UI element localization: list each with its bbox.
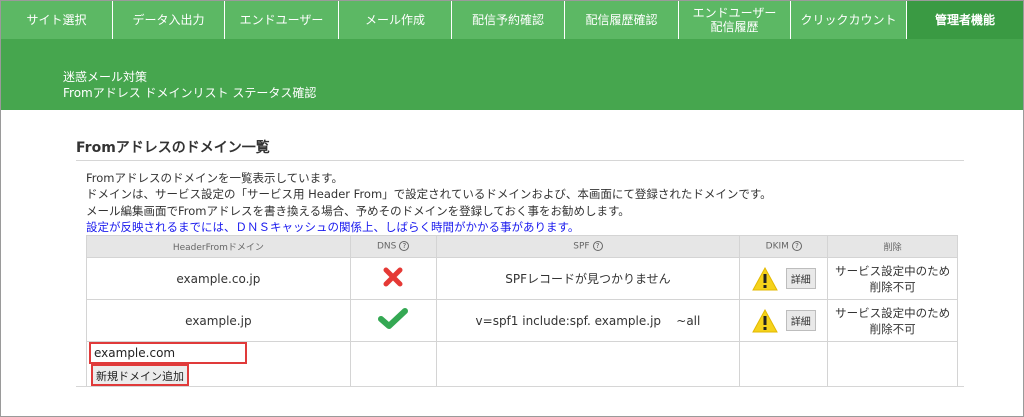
detail-button[interactable]: 詳細: [785, 310, 816, 331]
description-line-3: メール編集画面でFromアドレスを書き換える場合、予めそのドメインを登録しておく…: [86, 204, 630, 218]
help-icon[interactable]: ?: [399, 241, 410, 252]
delete-note-line-2: 削除不可: [869, 279, 916, 294]
add-domain-button[interactable]: 新規ドメイン追加: [91, 364, 189, 386]
dns-cache-note: 設定が反映されるまでには、ＤＮＳキャッシュの関係上、しばらく時間がかかる事があり…: [86, 220, 580, 234]
new-domain-input[interactable]: [89, 342, 247, 364]
section-title: Fromアドレスのドメイン一覧: [76, 140, 270, 156]
help-icon[interactable]: ?: [592, 241, 603, 252]
nav-enduser-history[interactable]: エンドユーザー 配信履歴: [679, 1, 791, 39]
delete-note-line-2: 削除不可: [869, 321, 916, 336]
detail-button[interactable]: 詳細: [785, 268, 816, 289]
nav-data-io[interactable]: データ入出力: [113, 1, 225, 39]
dns-status-cell: [349, 299, 437, 342]
nav-history-check[interactable]: 配信履歴確認: [565, 1, 679, 39]
empty-cell: [739, 341, 829, 387]
description-line-1: Fromアドレスのドメインを一覧表示しています。: [86, 171, 343, 185]
header-delete-label: 削除: [883, 243, 902, 253]
description-line-2: ドメインは、サービス設定の「サービス用 Header From」で設定されている…: [86, 187, 772, 201]
nav-admin[interactable]: 管理者機能: [907, 1, 1023, 39]
cross-icon: [383, 267, 403, 287]
domain-table: HeaderFromドメイン DNS? SPF? DKIM? 削除 exampl…: [86, 235, 958, 387]
header-spf: SPF?: [435, 235, 741, 258]
spf-cell: SPFレコードが見つかりません: [435, 257, 741, 300]
help-icon[interactable]: ?: [791, 241, 802, 252]
page-banner: 迷惑メール対策 Fromアドレス ドメインリスト ステータス確認: [1, 39, 1023, 110]
header-dkim: DKIM?: [739, 235, 829, 258]
nav-end-user[interactable]: エンドユーザー: [225, 1, 339, 39]
empty-cell: [827, 341, 958, 387]
empty-cell: [349, 341, 437, 387]
dkim-cell: 詳細: [739, 299, 829, 342]
header-delete: 削除: [827, 235, 958, 258]
add-domain-row: 新規ドメイン追加: [86, 341, 958, 387]
add-domain-cell: 新規ドメイン追加: [86, 341, 351, 387]
delete-note-line-1: サービス設定中のため: [835, 305, 951, 320]
header-domain: HeaderFromドメイン: [86, 235, 351, 258]
nav-schedule-check[interactable]: 配信予約確認: [452, 1, 565, 39]
top-nav: サイト選択 データ入出力 エンドユーザー メール作成 配信予約確認 配信履歴確認…: [1, 1, 1023, 39]
dns-status-cell: [349, 257, 437, 300]
domain-cell: example.jp: [86, 299, 351, 342]
table-row: example.jp v=spf1 include:spf. example.j…: [86, 299, 958, 342]
table-header-row: HeaderFromドメイン DNS? SPF? DKIM? 削除: [86, 235, 958, 258]
banner-category: 迷惑メール対策: [63, 70, 148, 84]
header-dns-label: DNS: [376, 241, 397, 252]
dkim-cell: 詳細: [739, 257, 829, 300]
header-dkim-label: DKIM: [765, 241, 789, 252]
nav-site-select[interactable]: サイト選択: [1, 1, 113, 39]
delete-status-cell: サービス設定中のため 削除不可: [827, 299, 958, 342]
nav-click-count[interactable]: クリックカウント: [791, 1, 907, 39]
section-bottom-divider: [76, 386, 964, 387]
nav-mail-create[interactable]: メール作成: [339, 1, 452, 39]
delete-status-cell: サービス設定中のため 削除不可: [827, 257, 958, 300]
table-row: example.co.jp SPFレコードが見つかりません 詳細 サービス設定中…: [86, 257, 958, 300]
header-dns: DNS?: [349, 235, 437, 258]
header-spf-label: SPF: [573, 241, 590, 252]
warning-icon: [751, 266, 778, 290]
check-icon: [378, 308, 409, 329]
empty-cell: [435, 341, 741, 387]
banner-title: Fromアドレス ドメインリスト ステータス確認: [63, 86, 317, 100]
section-divider: [76, 160, 964, 161]
spf-cell: v=spf1 include:spf. example.jp ~all: [435, 299, 741, 342]
domain-cell: example.co.jp: [86, 257, 351, 300]
header-domain-label: HeaderFromドメイン: [172, 243, 264, 253]
warning-icon: [751, 308, 778, 332]
delete-note-line-1: サービス設定中のため: [835, 263, 951, 278]
